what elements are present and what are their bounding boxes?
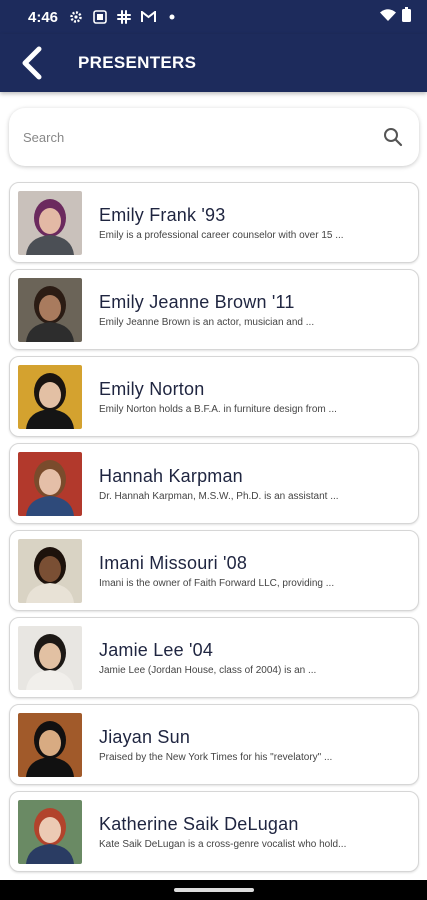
presenter-card[interactable]: Emily Frank '93 Emily is a professional …	[9, 182, 419, 263]
battery-icon	[402, 7, 411, 27]
status-bar: 4:46	[0, 0, 427, 34]
settings-gear-icon	[68, 9, 84, 25]
page-title: PRESENTERS	[78, 53, 197, 72]
presenter-photo	[18, 190, 82, 255]
presenter-photo	[18, 364, 82, 429]
presenter-name: Katherine Saik DeLugan	[99, 813, 299, 834]
presenter-description: Emily is a professional career counselor…	[99, 229, 344, 241]
presenter-description: Imani is the owner of Faith Forward LLC,…	[99, 577, 335, 589]
presenter-card[interactable]: Jamie Lee '04 Jamie Lee (Jordan House, c…	[9, 617, 419, 698]
presenter-photo	[18, 277, 82, 342]
presenter-list: Emily Frank '93 Emily is a professional …	[9, 182, 419, 878]
home-gesture-handle[interactable]	[174, 888, 254, 892]
presenter-description: Kate Saik DeLugan is a cross-genre vocal…	[99, 838, 347, 850]
presenter-photo	[18, 625, 82, 690]
presenter-card[interactable]: Jiayan Sun Praised by the New York Times…	[9, 704, 419, 785]
app-bar: PRESENTERS	[0, 34, 427, 92]
back-arrow-icon	[22, 46, 42, 80]
presenter-photo	[18, 712, 82, 777]
search-box	[9, 108, 419, 166]
presenter-card[interactable]: Hannah Karpman Dr. Hannah Karpman, M.S.W…	[9, 443, 419, 524]
status-time: 4:46	[28, 8, 59, 26]
presenter-name: Jiayan Sun	[99, 726, 191, 747]
search-icon[interactable]	[381, 125, 405, 149]
presenter-name: Hannah Karpman	[99, 465, 243, 486]
gmail-icon	[140, 9, 156, 25]
search-input[interactable]	[23, 129, 381, 145]
presenter-description: Praised by the New York Times for his "r…	[99, 751, 333, 763]
presenter-name: Imani Missouri '08	[99, 552, 248, 573]
wifi-icon	[380, 8, 396, 27]
presenter-description: Dr. Hannah Karpman, M.S.W., Ph.D. is an …	[99, 490, 339, 502]
presenter-name: Emily Frank '93	[99, 204, 226, 225]
app-notification-icon	[92, 9, 108, 25]
back-button[interactable]	[0, 34, 64, 92]
presenter-card[interactable]: Emily Norton Emily Norton holds a B.F.A.…	[9, 356, 419, 437]
presenter-description: Jamie Lee (Jordan House, class of 2004) …	[99, 664, 317, 676]
presenter-photo	[18, 799, 82, 864]
presenter-photo	[18, 451, 82, 516]
presenter-description: Emily Jeanne Brown is an actor, musician…	[99, 316, 315, 328]
presenter-description: Emily Norton holds a B.F.A. in furniture…	[99, 403, 337, 415]
notification-dot-icon	[164, 9, 180, 25]
presenter-card[interactable]: Katherine Saik DeLugan Kate Saik DeLugan…	[9, 791, 419, 872]
slack-icon	[116, 9, 132, 25]
presenter-card[interactable]: Emily Jeanne Brown '11 Emily Jeanne Brow…	[9, 269, 419, 350]
presenter-name: Emily Norton	[99, 378, 205, 399]
presenter-name: Emily Jeanne Brown '11	[99, 291, 295, 312]
presenter-photo	[18, 538, 82, 603]
navigation-bar	[0, 880, 427, 900]
presenter-name: Jamie Lee '04	[99, 639, 214, 660]
presenter-card[interactable]: Imani Missouri '08 Imani is the owner of…	[9, 530, 419, 611]
